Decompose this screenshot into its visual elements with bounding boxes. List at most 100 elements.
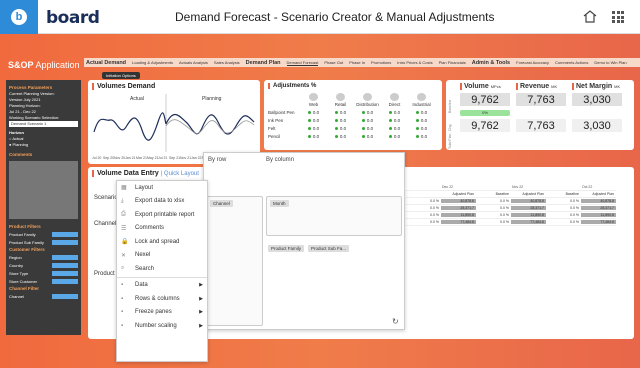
export-printable-icon: ⎙ [121,211,126,218]
actual-toggle[interactable]: ○ Actual [9,136,78,141]
initiation-options-button[interactable]: Initiation Options [102,72,140,79]
adjustment-cell[interactable]: 0.0 [300,134,327,139]
adjustment-cell[interactable]: 0.0 [408,110,435,115]
table-cell[interactable]: 0.0 % [546,213,581,217]
table-cell[interactable]: 28,371.7 [511,206,546,210]
nav-item[interactable]: Comments Actions [555,60,588,65]
adjustment-cell[interactable]: 0.0 [381,126,408,131]
menu-item-data[interactable]: ▪ Data ▶ [117,279,207,293]
product-sub-family-filter[interactable]: Product Sub Family [9,240,78,245]
table-cell[interactable]: 0.0 % [406,206,441,210]
scenario-select[interactable]: Demand Scenario 1 [9,121,78,127]
table-cell[interactable]: 0.0 % [476,220,511,224]
menu-item-nexel[interactable]: ✕ Nexel [117,249,207,263]
kpi-card: Revenue MK 7,763 7,763 [516,83,566,132]
adjustment-cell[interactable]: 0.0 [381,134,408,139]
table-cell[interactable]: 0.0 % [406,213,441,217]
adjustment-column-header: Industrial [408,93,435,107]
channel-filter[interactable]: Channel [9,294,78,299]
home-icon[interactable] [583,10,597,23]
kpi-row-label: Baseline [448,99,452,113]
menu-item-export-xlsx[interactable]: ⤓ Export data to xlsx [117,195,207,209]
adjustment-cell[interactable]: 0.0 [354,118,381,123]
nav-item[interactable]: Demand Plan [246,60,281,66]
channel-chip[interactable]: Channel [210,200,233,207]
reset-icon[interactable]: ↻ [392,317,399,326]
adjustment-cell[interactable]: 0.0 [300,118,327,123]
nav-item[interactable]: Actuals Analysis [179,60,208,65]
nav-item[interactable]: Sales Analysis [214,60,240,65]
adjustment-row: Pencil 0.0 0.0 0.0 0.0 0.0 [268,132,440,140]
adjustment-cell[interactable]: 0.0 [327,134,354,139]
table-cell[interactable]: 0.0 % [476,206,511,210]
table-cell[interactable]: 40,878.8 [511,199,546,203]
menu-item-freeze-panes[interactable]: ▪ Freeze panes ▶ [117,306,207,320]
menu-item-search[interactable]: ⌕ Search [117,262,207,276]
table-cell[interactable]: 0.0 % [406,220,441,224]
app-label: S&OP Application [8,60,80,70]
adjustment-cell[interactable]: 0.0 [408,126,435,131]
table-cell[interactable]: 0.0 % [476,213,511,217]
menu-item-rows-columns[interactable]: ▪ Rows & columns ▶ [117,292,207,306]
nav-item[interactable]: Intro Prices & Costs [397,60,432,65]
adjustment-cell[interactable]: 0.0 [354,126,381,131]
table-cell[interactable]: 0.0 % [406,199,441,203]
nav-item[interactable]: Phase Out [324,60,343,65]
adjustment-cell[interactable]: 0.0 [408,134,435,139]
column-header: Adjusted Plan [592,192,614,196]
month-chip[interactable]: Month [270,200,289,207]
table-cell[interactable]: 40,878.8 [441,199,476,203]
adjustment-cell[interactable]: 0.0 [354,134,381,139]
adjustment-cell[interactable]: 0.0 [381,110,408,115]
adjustment-cell[interactable]: 0.0 [381,118,408,123]
table-cell[interactable]: 40,878.8 [581,199,616,203]
nav-item[interactable]: Promotions [371,60,391,65]
store-type-filter[interactable]: Store Type [9,271,78,276]
table-cell[interactable]: 28,371.7 [581,206,616,210]
product-family-chip[interactable]: Product Family [268,245,305,252]
adjustment-cell[interactable]: 0.0 [327,126,354,131]
quick-layout-link[interactable]: Quick Layout [164,171,199,177]
table-cell[interactable]: 0.0 % [546,199,581,203]
nav-item[interactable]: Forecast Accuracy [516,60,549,65]
region-filter[interactable]: Region [9,255,78,260]
nav-item[interactable]: Admin & Tools [472,60,510,66]
adjustment-cell[interactable]: 0.0 [354,110,381,115]
adjustment-cell[interactable]: 0.0 [300,110,327,115]
board-logo-icon[interactable]: b [0,0,38,34]
table-cell[interactable]: 77,484.8 [581,220,616,224]
menu-item-lock-spread[interactable]: 🔒 Lock and spread [117,235,207,249]
menu-item-comments[interactable]: ☰ Comments [117,222,207,236]
nav-item[interactable]: Loading & Adjustments [132,60,173,65]
nav-item[interactable]: Demo to Win Plan [594,60,626,65]
table-cell[interactable]: 11,890.8 [441,213,476,217]
table-cell[interactable]: 0.0 % [546,220,581,224]
nav-item[interactable]: Demand Forecast [286,60,319,66]
nav-item[interactable]: Phase In [349,60,365,65]
adjustment-cell[interactable]: 0.0 [408,118,435,123]
comments-area[interactable] [9,161,78,219]
table-cell[interactable]: 0.0 % [546,206,581,210]
menu-item-layout[interactable]: ▦ Layout [117,181,207,195]
table-cell[interactable]: 28,371.7 [441,206,476,210]
store-customer-filter[interactable]: Store Customer [9,279,78,284]
table-cell[interactable]: 11,890.8 [581,213,616,217]
adjustment-cell[interactable]: 0.0 [300,126,327,131]
table-cell[interactable]: 77,484.8 [511,220,546,224]
adjustment-cell[interactable]: 0.0 [327,118,354,123]
planning-series-label: Planning [202,96,222,102]
product-sub-family-chip[interactable]: Product Sub Fa... [308,245,350,252]
nav-item[interactable]: Actual Demand [86,60,126,66]
planning-toggle[interactable]: ● Planning [9,142,78,147]
apps-grid-icon[interactable] [612,11,624,23]
adjustment-cell[interactable]: 0.0 [327,110,354,115]
table-cell[interactable]: 77,484.8 [441,220,476,224]
nav-item[interactable]: Plan Financials [439,60,466,65]
table-cell[interactable]: 0.0 % [476,199,511,203]
country-filter[interactable]: Country [9,263,78,268]
product-family-filter[interactable]: Product Family [9,232,78,237]
by-row-dropzone[interactable] [207,196,263,326]
menu-item-number-scaling[interactable]: ▪ Number scaling ▶ [117,319,207,333]
table-cell[interactable]: 11,890.8 [511,213,546,217]
menu-item-export-printable[interactable]: ⎙ Export printable report [117,208,207,222]
